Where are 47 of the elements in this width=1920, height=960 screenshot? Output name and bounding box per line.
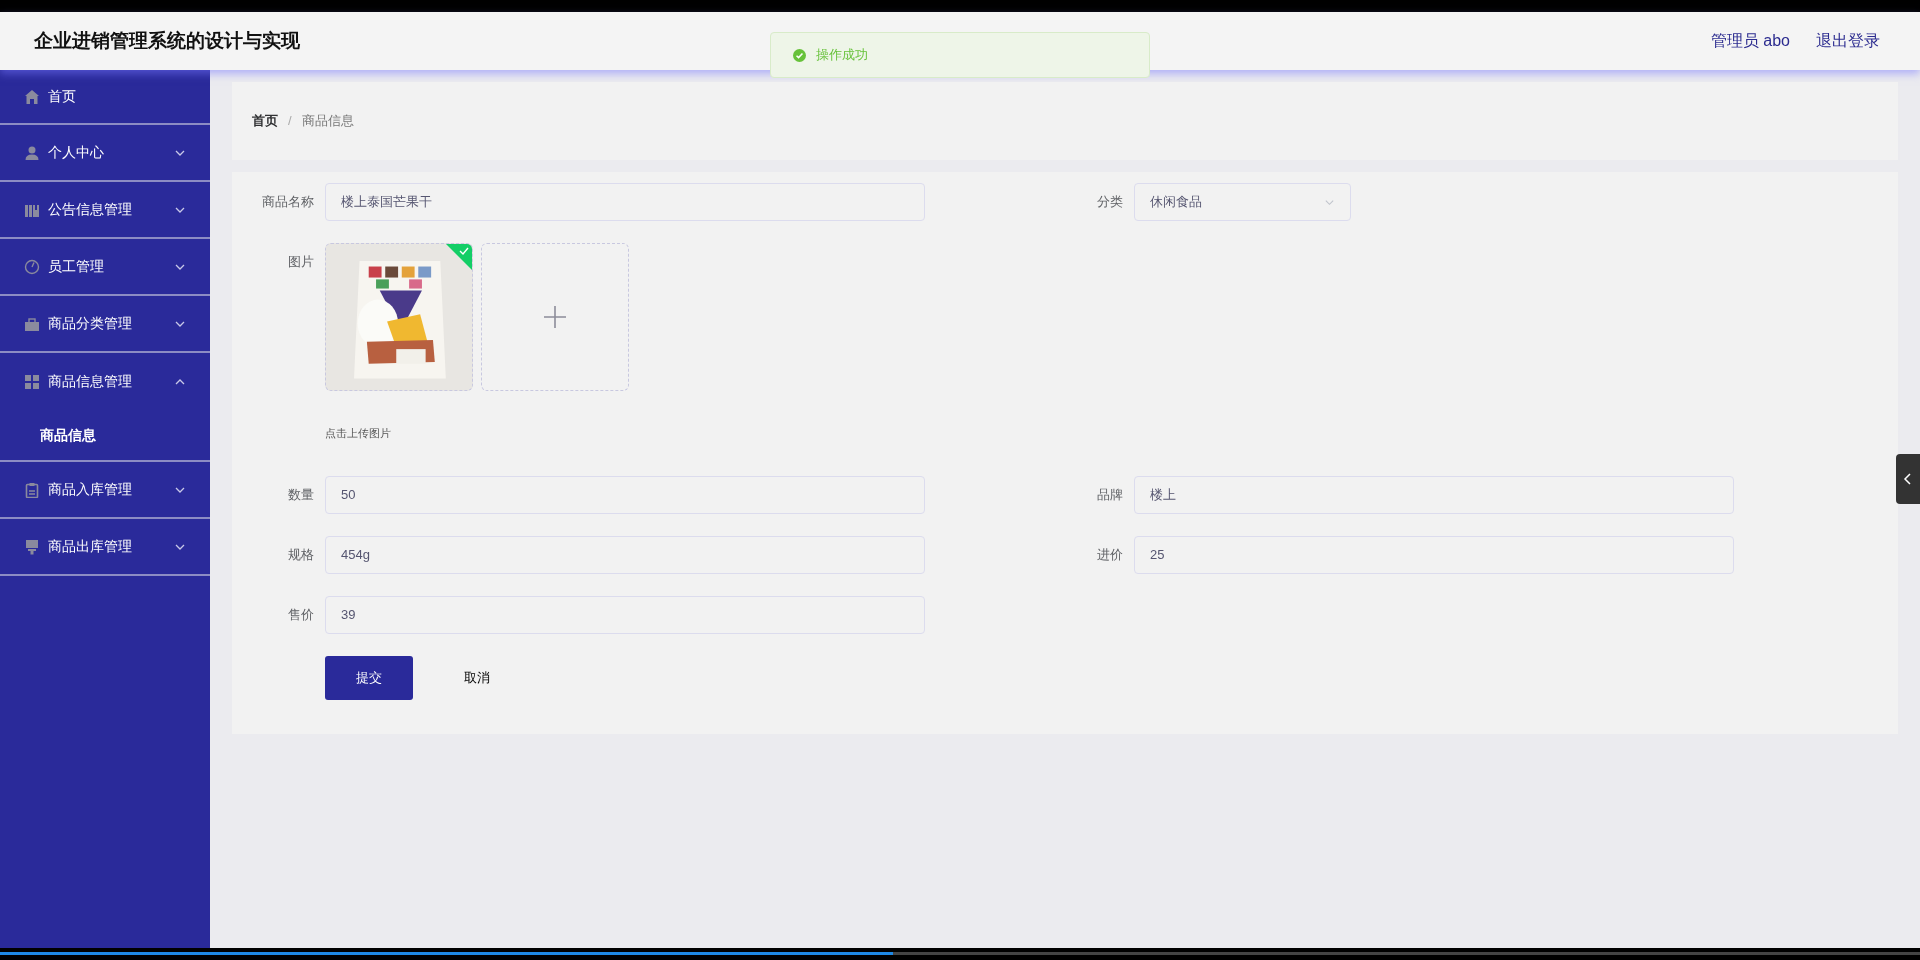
gauge-icon	[24, 258, 40, 275]
sidebar-item[interactable]: 个人中心	[0, 125, 210, 182]
clipboard-icon	[24, 481, 40, 498]
select-field[interactable]: 休闲食品	[1134, 183, 1351, 221]
app-title: 企业进销管理系统的设计与实现	[34, 28, 300, 53]
success-icon	[793, 48, 806, 62]
briefcase-icon	[24, 315, 40, 332]
sidebar-item[interactable]: 首页	[0, 70, 210, 125]
field-label: 售价	[287, 605, 315, 624]
upload-hint: 点击上传图片	[325, 426, 392, 441]
sidebar-subitem[interactable]: 商品信息	[0, 410, 210, 460]
chevron-left-icon	[1903, 473, 1913, 485]
field-label: 规格	[287, 545, 315, 564]
text-field[interactable]: 25	[1134, 535, 1734, 574]
field-label: 数量	[287, 485, 315, 504]
sidebar-item[interactable]: 商品入库管理	[0, 462, 210, 519]
text-field[interactable]: 楼上泰国芒果干	[325, 183, 925, 221]
breadcrumb-current: 商品信息	[301, 112, 354, 131]
sidebar-item[interactable]: 公告信息管理	[0, 182, 210, 239]
uploaded-image-frame[interactable]	[325, 243, 473, 391]
field-label: 品牌	[1096, 485, 1124, 504]
toast-message: 操作成功	[816, 46, 868, 65]
plus-icon	[543, 305, 567, 329]
person-icon	[24, 144, 40, 161]
text-field[interactable]: 50	[325, 475, 925, 514]
user-name: 管理员 abo	[1710, 31, 1790, 51]
home-icon	[24, 88, 40, 105]
breadcrumb-separator: /	[288, 112, 292, 131]
cancel-button[interactable]: 取消	[433, 655, 521, 700]
breadcrumb-link[interactable]: 首页	[252, 111, 278, 131]
text-field[interactable]: 454g	[325, 535, 925, 574]
sidebar-item[interactable]: 商品信息管理	[0, 353, 210, 410]
submit-button[interactable]: 提交	[325, 655, 413, 700]
field-label: 分类	[1096, 193, 1124, 211]
sidebar-item[interactable]: 商品分类管理	[0, 296, 210, 353]
stamp-icon	[24, 538, 40, 555]
field-label: 图片	[287, 253, 315, 271]
sidebar-item[interactable]: 员工管理	[0, 239, 210, 296]
sidebar-item[interactable]: 商品出库管理	[0, 519, 210, 576]
grid-icon	[24, 373, 40, 390]
text-field[interactable]: 39	[325, 595, 925, 634]
field-label: 商品名称	[261, 193, 315, 211]
check-icon	[446, 244, 472, 270]
collapse-tab[interactable]	[1896, 454, 1920, 504]
field-label: 进价	[1096, 545, 1124, 564]
logout-link[interactable]: 退出登录	[1816, 29, 1880, 53]
text-field[interactable]: 楼上	[1134, 475, 1734, 514]
